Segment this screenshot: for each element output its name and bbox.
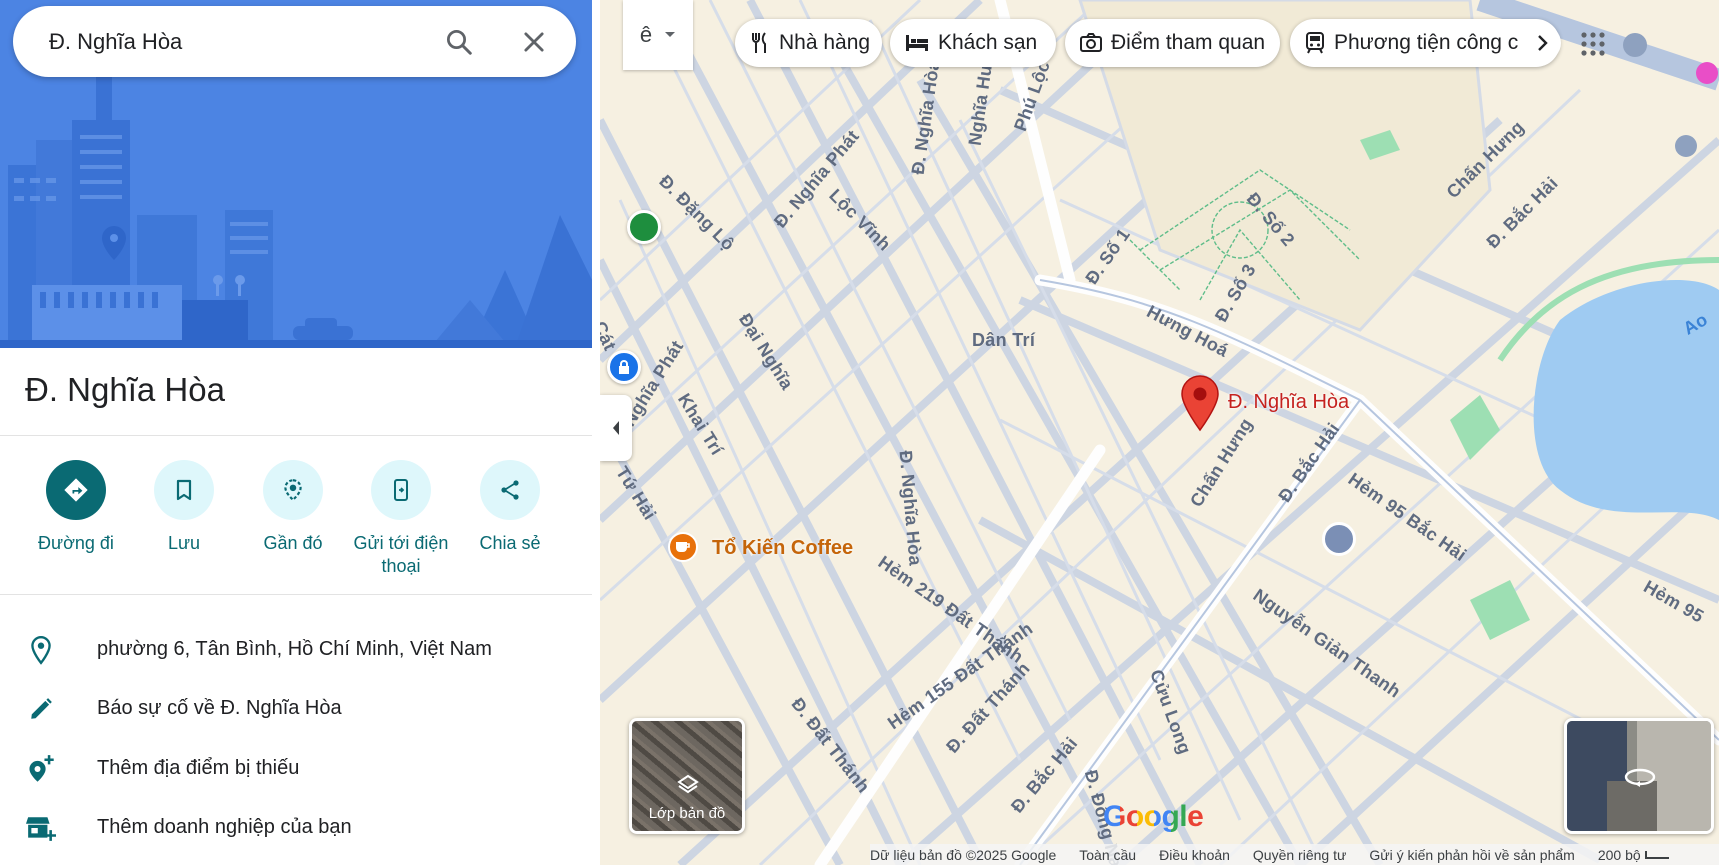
coffee-cup-icon[interactable] [668,532,698,562]
layers-icon [677,774,699,794]
poi-pink-icon[interactable] [1696,62,1718,84]
address-row[interactable]: phường 6, Tân Bình, Hồ Chí Minh, Việt Na… [0,621,592,677]
add-business-row[interactable]: Thêm doanh nghiệp của bạn [0,799,592,855]
chip-hotels[interactable]: Khách sạn [890,19,1056,67]
chip-hotels-label: Khách sạn [938,31,1038,54]
rotate-360-icon [1624,768,1656,787]
map-base [600,0,1719,865]
street-view-thumbnail[interactable] [1564,718,1714,834]
bus-stop-icon[interactable] [1675,135,1697,157]
google-apps-button[interactable] [1575,26,1611,62]
send-to-phone-button[interactable]: Gửi tới điện thoại [346,460,456,578]
share-label: Chia sẻ [479,533,541,553]
place-panel: Đ. Nghĩa Hòa Đường đi Lưu Gần đó Gửi tới… [0,0,592,865]
send-to-phone-label: Gửi tới điện thoại [353,533,449,576]
chips-next-button[interactable] [1525,25,1561,61]
share-button[interactable]: Chia sẻ [455,460,565,555]
add-business-icon [26,817,56,841]
bed-icon [906,35,928,51]
search-box [13,6,576,77]
chip-attractions-label: Điểm tham quan [1111,31,1266,54]
map-canvas[interactable]: Đ. Đặng Lộ Đ. Nghĩa Phát Lộc Vĩnh Đ. Ngh… [600,0,1719,865]
global-link[interactable]: Toàn cầu [1079,847,1136,863]
selected-pin-label[interactable]: Đ. Nghĩa Hòa [1228,391,1349,414]
directions-button[interactable]: Đường đi [21,460,131,555]
close-icon [524,32,544,52]
coffee-poi-label[interactable]: Tổ Kiến Coffee [712,537,853,560]
school-poi-icon[interactable] [1322,522,1356,556]
phone-icon [394,479,408,501]
camera-icon [1080,33,1102,52]
divider [0,435,592,436]
chevron-down-icon [665,32,676,37]
apps-grid-icon [1581,32,1605,56]
pencil-icon [31,698,52,719]
terms-link[interactable]: Điều khoản [1159,847,1230,863]
map-data-attribution: Dữ liệu bản đồ ©2025 Google [870,846,1057,863]
search-button[interactable] [438,21,480,63]
transit-layer-toggle[interactable]: ê [623,0,693,70]
nearby-button[interactable]: Gần đó [238,460,348,555]
place-title: Đ. Nghĩa Hòa [25,371,225,408]
lock-poi-icon[interactable] [607,350,641,384]
chip-restaurants[interactable]: Nhà hàng [735,19,882,67]
bus-stop-icon[interactable] [1623,33,1647,57]
save-button[interactable]: Lưu [129,460,239,555]
location-pin-icon [31,635,51,665]
add-missing-place-text: Thêm địa điểm bị thiếu [97,757,300,779]
chip-attractions[interactable]: Điểm tham quan [1065,19,1280,67]
address-text: phường 6, Tân Bình, Hồ Chí Minh, Việt Na… [97,638,492,660]
scale-bar [1644,850,1669,859]
search-input[interactable] [49,28,429,56]
maps-app: Đ. Nghĩa Hòa Đường đi Lưu Gần đó Gửi tới… [0,0,1719,865]
google-logo: Google [1103,800,1204,834]
privacy-link[interactable]: Quyền riêng tư [1253,847,1346,863]
nearby-icon [284,479,302,502]
search-icon [447,30,472,55]
directions-icon [64,478,88,502]
place-hero-illustration [0,0,592,348]
map-footer: Dữ liệu bản đồ ©2025 Google Toàn cầu Điề… [870,844,1719,865]
report-issue-text: Báo sự cố về Đ. Nghĩa Hòa [97,697,342,719]
directions-label: Đường đi [38,533,114,553]
park-poi-icon[interactable] [627,210,661,244]
chevron-right-icon [1538,35,1548,51]
layers-label: Lớp bản đồ [648,805,726,822]
add-business-text: Thêm doanh nghiệp của bạn [97,816,352,838]
chevron-left-icon [613,421,619,435]
chip-restaurants-label: Nhà hàng [779,31,871,54]
train-icon [1306,32,1324,54]
transit-toggle-label: ê [639,22,653,47]
collapse-panel-button[interactable] [600,395,632,461]
add-missing-place-row[interactable]: Thêm địa điểm bị thiếu [0,740,592,796]
google-logo-text: Google [1103,800,1204,833]
share-icon [501,480,519,500]
fork-knife-icon [752,32,766,53]
street-label: Dân Trí [972,330,1036,350]
save-label: Lưu [167,533,201,553]
chip-transit[interactable]: Phương tiện công c [1290,19,1560,67]
feedback-link[interactable]: Gửi ý kiến phản hồi về sản phẩm [1369,847,1575,863]
selected-location-pin-icon[interactable] [1180,374,1220,432]
nearby-label: Gần đó [263,533,323,553]
divider [0,594,592,595]
add-place-icon [29,755,54,782]
scale-label[interactable]: 200 bộ [1598,847,1641,863]
clear-search-button[interactable] [513,21,555,63]
report-issue-row[interactable]: Báo sự cố về Đ. Nghĩa Hòa [0,680,592,736]
chip-transit-label: Phương tiện công c [1334,31,1519,54]
bookmark-icon [176,479,192,501]
map-layers-button[interactable]: Lớp bản đồ [629,718,745,834]
